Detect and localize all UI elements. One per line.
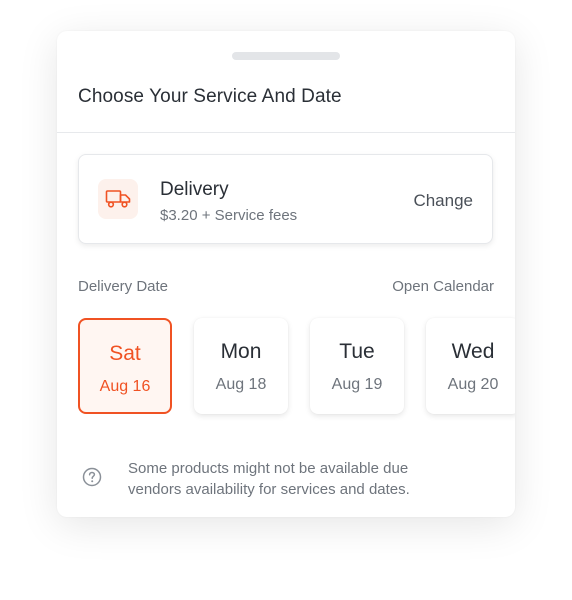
date-day: Sat xyxy=(109,342,141,365)
date-value: Aug 20 xyxy=(447,376,499,393)
service-name: Delivery xyxy=(160,179,229,200)
question-circle-icon xyxy=(82,467,102,487)
availability-note: Some products might not be available due… xyxy=(128,460,410,498)
date-option-mon[interactable]: Mon Aug 18 xyxy=(194,318,288,414)
open-calendar-link[interactable]: Open Calendar xyxy=(392,278,494,295)
bottom-sheet: Choose Your Service And Date Delivery $3… xyxy=(57,31,515,517)
service-fee: $3.20 + Service fees xyxy=(160,207,298,224)
truck-icon xyxy=(105,190,131,208)
date-option-sat[interactable]: Sat Aug 16 xyxy=(78,318,172,414)
service-card[interactable]: Delivery $3.20 + Service fees Change xyxy=(78,154,493,244)
truck-icon-container xyxy=(98,179,138,219)
date-option-wed[interactable]: Wed Aug 20 xyxy=(426,318,515,414)
date-day: Mon xyxy=(220,340,262,363)
date-value: Aug 16 xyxy=(99,378,151,395)
sheet-title: Choose Your Service And Date xyxy=(78,86,342,107)
date-day: Wed xyxy=(451,340,495,363)
date-value: Aug 18 xyxy=(215,376,267,393)
date-option-tue[interactable]: Tue Aug 19 xyxy=(310,318,404,414)
date-picker-row: Sat Aug 16 Mon Aug 18 Tue Aug 19 Wed Aug… xyxy=(78,318,515,416)
delivery-date-label: Delivery Date xyxy=(78,278,169,295)
date-day: Tue xyxy=(339,340,375,363)
date-value: Aug 19 xyxy=(331,376,383,393)
drag-handle[interactable] xyxy=(232,52,340,60)
divider xyxy=(57,132,515,133)
change-service-button[interactable]: Change xyxy=(413,191,473,211)
